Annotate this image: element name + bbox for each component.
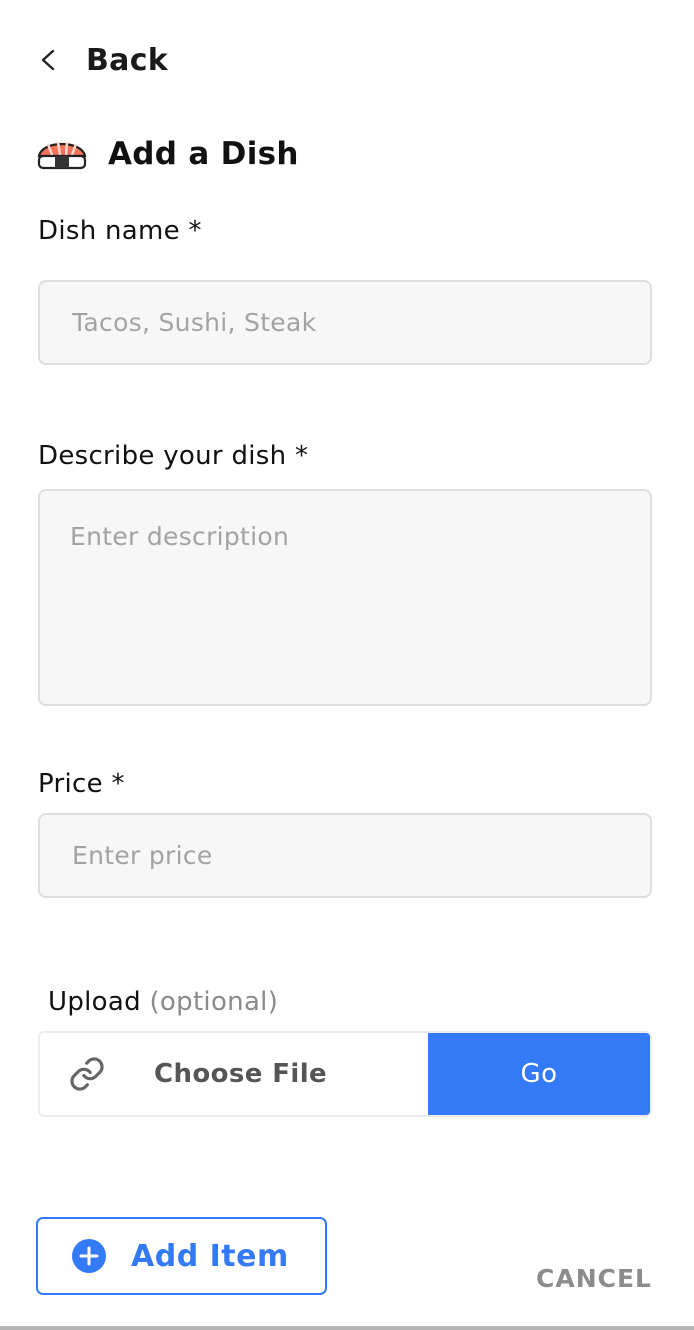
upload-label-text: Upload	[48, 987, 141, 1017]
price-label: Price *	[38, 769, 125, 799]
add-item-label: Add Item	[131, 1238, 289, 1274]
page-title: Add a Dish	[108, 136, 299, 172]
cancel-button[interactable]: CANCEL	[536, 1264, 652, 1293]
back-button[interactable]: Back	[38, 40, 168, 80]
page-header: Add a Dish	[36, 134, 299, 174]
choose-file-label: Choose File	[154, 1059, 328, 1089]
price-input[interactable]	[38, 813, 652, 898]
choose-file-button[interactable]: Choose File	[40, 1033, 428, 1115]
bottom-divider	[0, 1326, 694, 1330]
add-item-button[interactable]: Add Item	[36, 1217, 327, 1295]
upload-control: Choose File Go	[38, 1031, 652, 1117]
upload-label: Upload (optional)	[48, 987, 278, 1017]
dish-name-label: Dish name *	[38, 216, 202, 246]
back-label: Back	[86, 42, 169, 78]
plus-circle-icon	[72, 1239, 106, 1273]
link-icon	[70, 1057, 104, 1091]
description-textarea[interactable]	[38, 489, 652, 706]
sushi-icon	[37, 141, 87, 170]
upload-optional-note: (optional)	[149, 987, 279, 1017]
dish-name-input[interactable]	[38, 280, 652, 365]
description-label: Describe your dish *	[38, 441, 309, 471]
go-button[interactable]: Go	[428, 1033, 650, 1115]
chevron-left-icon	[41, 49, 55, 71]
